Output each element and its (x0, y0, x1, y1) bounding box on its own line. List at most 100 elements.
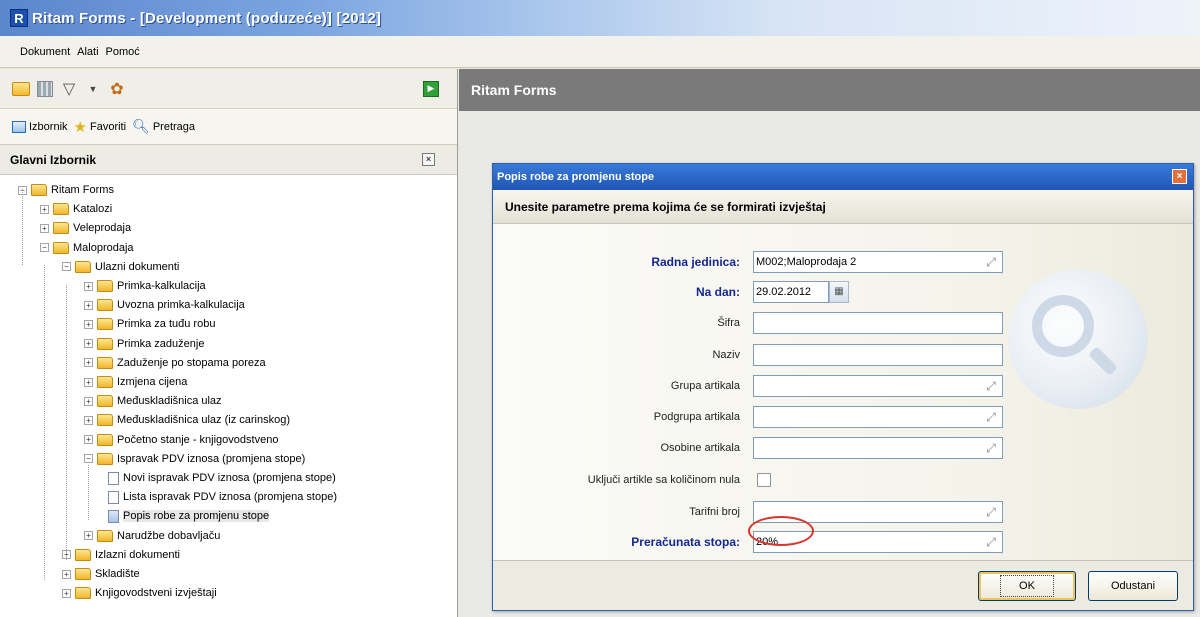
lookup-icon[interactable]: ⤢ (984, 505, 998, 519)
filter-icon[interactable]: ▽ (60, 80, 78, 98)
window-title-bar[interactable]: R Ritam Forms - [Development (poduzeće)]… (0, 0, 1200, 36)
tree-item[interactable]: − Maloprodaja (40, 239, 134, 257)
open-folder-icon[interactable] (12, 80, 30, 98)
tree-item[interactable]: + Početno stanje - knjigovodstveno (84, 431, 278, 449)
tree-item-label: Maloprodaja (73, 241, 134, 254)
dialog-title-bar[interactable]: Popis robe za promjenu stope × (493, 164, 1193, 190)
folder-icon (53, 222, 69, 235)
grupa-artikala-field[interactable]: ⤢ (753, 375, 1003, 397)
left-toolbar: ▽ ▼ ✿ ▶ (0, 69, 457, 109)
lookup-icon[interactable]: ⤢ (984, 255, 998, 269)
collapse-icon[interactable]: − (62, 262, 71, 272)
lookup-icon[interactable]: ⤢ (984, 379, 998, 393)
cancel-button[interactable]: Odustani (1088, 571, 1178, 601)
run-icon[interactable]: ▶ (423, 80, 439, 97)
podgrupa-artikala-field[interactable]: ⤢ (753, 406, 1003, 428)
tree-item[interactable]: + Uvozna primka-kalkulacija (84, 296, 245, 314)
dialog-footer: OK Odustani (493, 560, 1193, 610)
menu-alati[interactable]: Alati (77, 46, 98, 58)
document-icon (108, 509, 119, 523)
expand-icon[interactable]: + (84, 358, 93, 368)
tab-pretraga[interactable]: 🔍︎ Pretraga (132, 118, 195, 135)
tree-item[interactable]: + Katalozi (40, 200, 112, 218)
na-dan-field[interactable]: 29.02.2012 (753, 281, 829, 303)
tab-favoriti[interactable]: ★ Favoriti (74, 118, 127, 136)
naziv-field[interactable] (753, 344, 1003, 366)
tree-item[interactable]: − Ispravak PDV iznosa (promjena stope) (84, 450, 305, 468)
folder-icon (53, 241, 69, 254)
stopa-label: Preračunata stopa: (631, 535, 740, 549)
tree-item[interactable]: + Međuskladišnica ulaz (84, 392, 222, 410)
lookup-icon[interactable]: ⤢ (984, 535, 998, 549)
tree-item[interactable]: + Primka zaduženje (84, 335, 204, 353)
folder-icon (97, 299, 113, 312)
tree-item[interactable]: Novi ispravak PDV iznosa (promjena stope… (106, 469, 336, 487)
expand-icon[interactable]: + (84, 300, 93, 310)
field-row-stopa: Preračunata stopa: 20% ⤢ (493, 531, 1193, 553)
tree-item-label: Izmjena cijena (117, 376, 188, 388)
expand-icon[interactable]: + (84, 339, 93, 349)
tree-item-label: Međuskladišnica ulaz (117, 395, 222, 408)
highlight-circle (748, 516, 814, 546)
tree-item[interactable]: + Izmjena cijena (84, 373, 187, 391)
collapse-icon[interactable]: − (40, 243, 49, 253)
gear-icon[interactable]: ✿ (108, 80, 126, 98)
tab-izbornik[interactable]: Izbornik (12, 120, 68, 133)
expand-icon[interactable]: + (84, 415, 93, 425)
close-icon[interactable]: × (422, 153, 435, 166)
tree-item[interactable]: + Primka-kalkulacija (84, 277, 206, 295)
tree-item[interactable]: + Knjigovodstveni izvještaji (62, 584, 217, 602)
radna-jedinica-field[interactable]: M002;Maloprodaja 2 ⤢ (753, 251, 1003, 273)
tree-item[interactable]: − Ritam Forms (18, 181, 114, 199)
tree-item[interactable]: + Skladište (62, 565, 140, 583)
dialog-instruction: Unesite parametre prema kojima će se for… (493, 190, 1193, 224)
tree-item[interactable]: − Ulazni dokumenti (62, 258, 179, 276)
tree-connector (44, 265, 45, 580)
tree-item-label: Knjigovodstveni izvještaji (95, 587, 217, 600)
tree-item[interactable]: + Narudžbe dobavljaču (84, 527, 220, 545)
lookup-icon[interactable]: ⤢ (984, 441, 998, 455)
expand-icon[interactable]: + (62, 569, 71, 579)
grid-icon[interactable] (36, 80, 54, 98)
tree-item[interactable]: + Izlazni dokumenti (62, 546, 180, 564)
tree-item[interactable]: Lista ispravak PDV iznosa (promjena stop… (106, 488, 337, 506)
tree-item[interactable]: Popis robe za promjenu stope (106, 507, 270, 525)
expand-icon[interactable]: + (84, 281, 93, 291)
tree-item[interactable]: + Međuskladišnica ulaz (iz carinskog) (84, 411, 290, 429)
tree-item-label: Narudžbe dobavljaču (117, 529, 221, 542)
collapse-icon[interactable]: − (84, 454, 93, 464)
expand-icon[interactable]: + (84, 396, 93, 406)
tree-item-label: Novi ispravak PDV iznosa (promjena stope… (123, 472, 336, 484)
tree-item[interactable]: + Primka za tuđu robu (84, 315, 215, 333)
content-header-title: Ritam Forms (471, 82, 557, 98)
dialog-close-icon[interactable]: × (1172, 169, 1187, 184)
lookup-icon[interactable]: ⤢ (984, 410, 998, 424)
osobine-artikala-field[interactable]: ⤢ (753, 437, 1003, 459)
expand-icon[interactable]: + (40, 223, 49, 233)
expand-icon[interactable]: + (84, 319, 93, 329)
folder-icon (31, 184, 47, 196)
search-icon: 🔍︎ (132, 118, 150, 134)
tree-item-label: Izlazni dokumenti (95, 548, 180, 561)
expand-icon[interactable]: + (62, 588, 71, 598)
expand-icon[interactable]: + (40, 204, 49, 214)
tree-item-label: Veleprodaja (73, 222, 132, 235)
folder-icon (75, 548, 91, 561)
expand-icon[interactable]: + (84, 377, 93, 387)
tree-item[interactable]: + Zaduženje po stopama poreza (84, 354, 266, 372)
tree-item-label: Ulazni dokumenti (95, 260, 180, 273)
menu-pomoc[interactable]: Pomoć (106, 46, 140, 58)
folder-icon (75, 260, 91, 273)
calendar-icon[interactable]: ▦ (829, 281, 849, 303)
tree-item[interactable]: + Veleprodaja (40, 219, 131, 237)
sifra-field[interactable] (753, 312, 1003, 334)
field-row-sifra: Šifra (493, 312, 1193, 334)
chevron-down-icon[interactable]: ▼ (84, 80, 102, 98)
folder-icon (75, 568, 91, 580)
ukljuci-checkbox[interactable] (757, 473, 771, 487)
ok-button[interactable]: OK (978, 571, 1076, 601)
expand-icon[interactable]: + (84, 435, 93, 445)
menu-dokument[interactable]: Dokument (20, 46, 70, 58)
expand-icon[interactable]: + (84, 531, 93, 541)
tarifni-label: Tarifni broj (689, 506, 740, 518)
